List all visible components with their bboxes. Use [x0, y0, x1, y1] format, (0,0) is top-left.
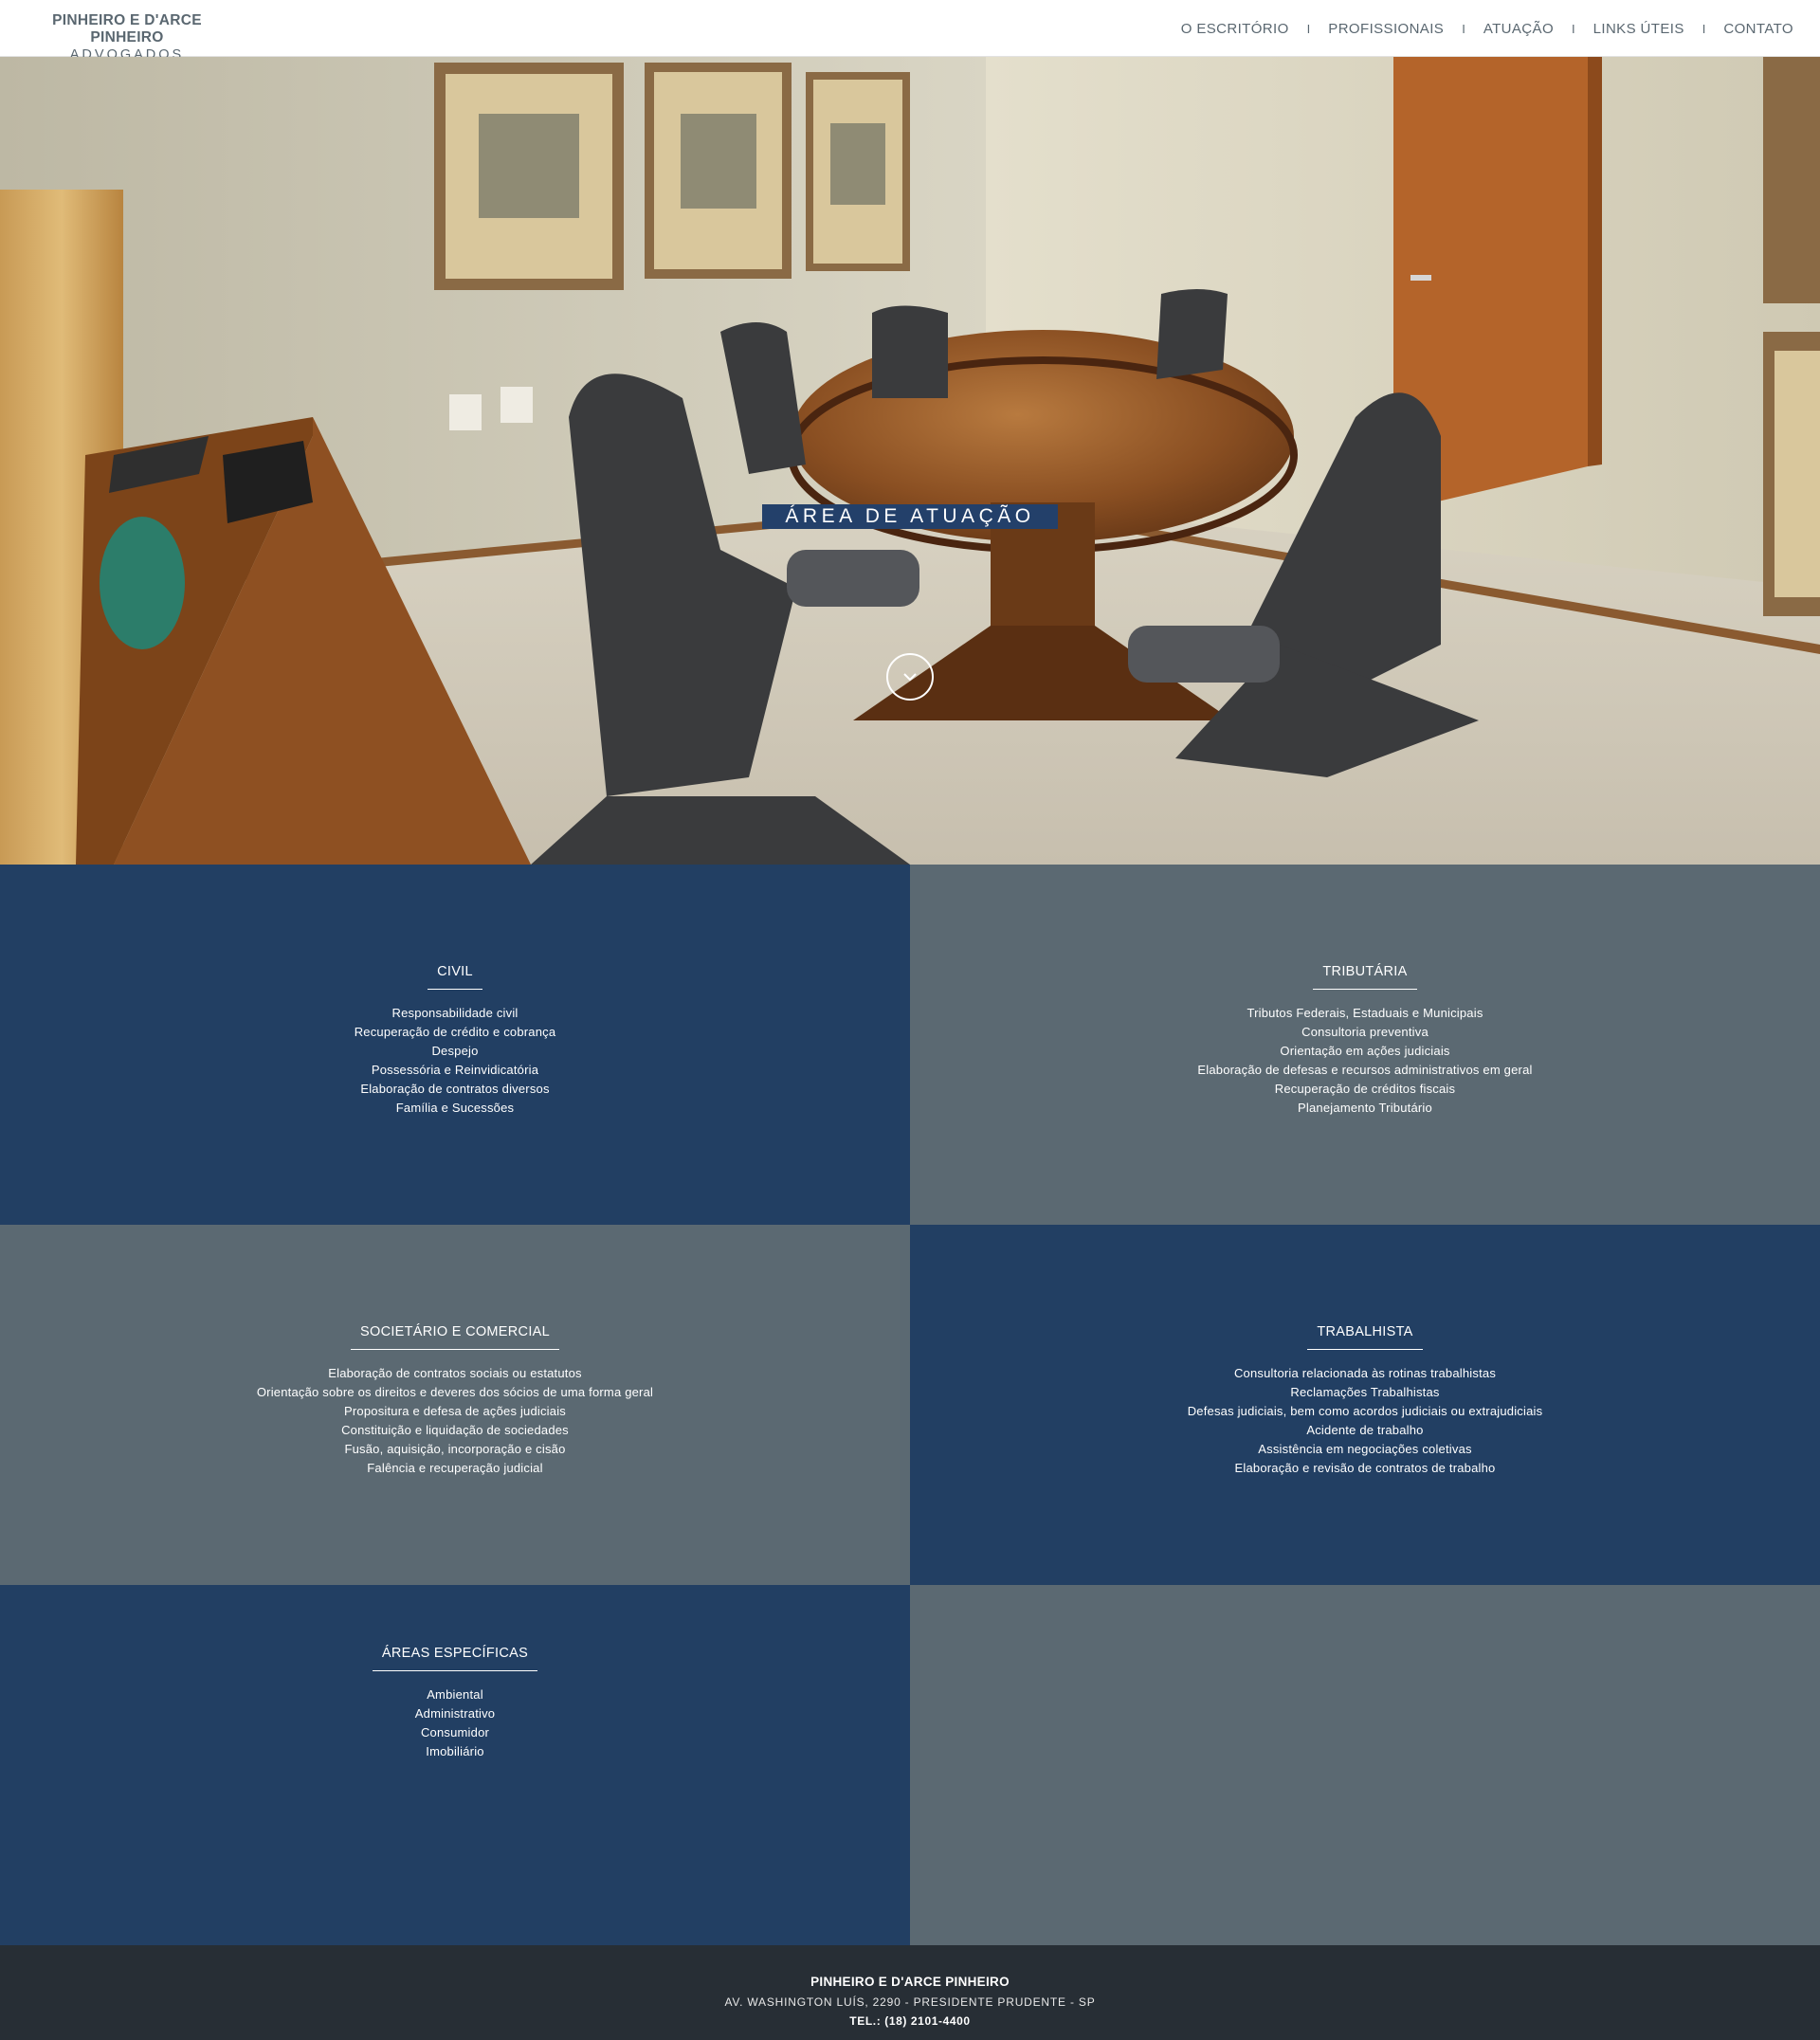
- list-item: Propositura e defesa de ações judiciais: [344, 1404, 566, 1418]
- area-title: TRABALHISTA: [1307, 1324, 1423, 1350]
- list-item: Elaboração e revisão de contratos de tra…: [1234, 1461, 1496, 1475]
- area-panel-societario: SOCIETÁRIO E COMERCIAL Elaboração de con…: [0, 1225, 910, 1585]
- list-item: Elaboração de contratos diversos: [360, 1082, 550, 1096]
- nav-separator: I: [1306, 21, 1311, 36]
- area-title: CIVIL: [428, 964, 482, 990]
- nav-separator: I: [1702, 21, 1706, 36]
- area-list: Responsabilidade civil Recuperação de cr…: [0, 1004, 910, 1118]
- list-item: Consumidor: [420, 1725, 490, 1739]
- nav-item-links-uteis[interactable]: LINKS ÚTEIS: [1593, 21, 1684, 37]
- nav-item-contato[interactable]: CONTATO: [1723, 21, 1793, 37]
- list-item: Possessória e Reinvidicatória: [371, 1063, 539, 1077]
- list-item: Administrativo: [414, 1706, 496, 1721]
- list-item: Orientação sobre os direitos e deveres d…: [256, 1385, 654, 1399]
- area-list: Tributos Federais, Estaduais e Municipai…: [910, 1004, 1820, 1118]
- nav-item-profissionais[interactable]: PROFISSIONAIS: [1328, 21, 1444, 37]
- area-title: ÁREAS ESPECÍFICAS: [372, 1646, 538, 1671]
- list-item: Responsabilidade civil: [391, 1006, 519, 1020]
- list-item: Ambiental: [427, 1687, 483, 1702]
- site-header: PINHEIRO E D'ARCE PINHEIRO ADVOGADOS O E…: [0, 0, 1820, 63]
- list-item: Recuperação de crédito e cobrança: [354, 1025, 556, 1039]
- list-item: Família e Sucessões: [395, 1101, 515, 1115]
- list-item: Constituição e liquidação de sociedades: [341, 1423, 569, 1437]
- main-nav: O ESCRITÓRIO I PROFISSIONAIS I ATUAÇÃO I…: [1181, 0, 1793, 57]
- nav-separator: I: [1462, 21, 1465, 36]
- list-item: Consultoria preventiva: [1301, 1025, 1429, 1039]
- list-item: Planejamento Tributário: [1298, 1101, 1432, 1115]
- list-item: Fusão, aquisição, incorporação e cisão: [344, 1442, 566, 1456]
- area-panel-trabalhista: TRABALHISTA Consultoria relacionada às r…: [910, 1225, 1820, 1585]
- chevron-down-icon: [903, 673, 917, 682]
- list-item: Recuperação de créditos fiscais: [1274, 1082, 1456, 1096]
- scroll-down-button[interactable]: [886, 653, 934, 701]
- area-panel-tributaria: TRIBUTÁRIA Tributos Federais, Estaduais …: [910, 865, 1820, 1225]
- area-list: Ambiental Administrativo Consumidor Imob…: [0, 1685, 910, 1761]
- list-item: Imobiliário: [426, 1744, 484, 1758]
- footer-address: AV. WASHINGTON LUÍS, 2290 - PRESIDENTE P…: [724, 1995, 1096, 2009]
- footer-firm-name: PINHEIRO E D'ARCE PINHEIRO: [810, 1975, 1010, 1989]
- list-item: Orientação em ações judiciais: [1280, 1044, 1450, 1058]
- area-list: Consultoria relacionada às rotinas traba…: [910, 1364, 1820, 1478]
- area-panel-especificas: ÁREAS ESPECÍFICAS Ambiental Administrati…: [0, 1585, 910, 1945]
- list-item: Assistência em negociações coletivas: [1258, 1442, 1472, 1456]
- nav-item-escritorio[interactable]: O ESCRITÓRIO: [1181, 21, 1289, 37]
- hero-banner: ÁREA DE ATUAÇÃO: [0, 57, 1820, 865]
- area-panel-empty: [910, 1585, 1820, 1945]
- list-item: Elaboração de contratos sociais ou estat…: [328, 1366, 582, 1380]
- hero-title: ÁREA DE ATUAÇÃO: [762, 504, 1058, 529]
- nav-item-atuacao[interactable]: ATUAÇÃO: [1483, 21, 1554, 37]
- list-item: Reclamações Trabalhistas: [1290, 1385, 1440, 1399]
- list-item: Despejo: [431, 1044, 479, 1058]
- list-item: Defesas judiciais, bem como acordos judi…: [1187, 1404, 1543, 1418]
- nav-separator: I: [1572, 21, 1575, 36]
- site-logo[interactable]: PINHEIRO E D'ARCE PINHEIRO ADVOGADOS: [23, 12, 231, 64]
- logo-firm-name: PINHEIRO E D'ARCE PINHEIRO: [52, 12, 202, 46]
- footer-phone[interactable]: TEL.: (18) 2101-4400: [0, 2014, 1820, 2028]
- list-item: Acidente de trabalho: [1306, 1423, 1424, 1437]
- area-title: SOCIETÁRIO E COMERCIAL: [351, 1324, 559, 1350]
- list-item: Falência e recuperação judicial: [367, 1461, 543, 1475]
- list-item: Consultoria relacionada às rotinas traba…: [1233, 1366, 1497, 1380]
- list-item: Tributos Federais, Estaduais e Municipai…: [1247, 1006, 1483, 1020]
- area-title: TRIBUTÁRIA: [1313, 964, 1417, 990]
- area-list: Elaboração de contratos sociais ou estat…: [0, 1364, 910, 1478]
- list-item: Elaboração de defesas e recursos adminis…: [1197, 1063, 1533, 1077]
- site-footer: PINHEIRO E D'ARCE PINHEIRO AV. WASHINGTO…: [0, 1945, 1820, 2040]
- area-panel-civil: CIVIL Responsabilidade civil Recuperação…: [0, 865, 910, 1225]
- meeting-room-photo: [0, 57, 1820, 865]
